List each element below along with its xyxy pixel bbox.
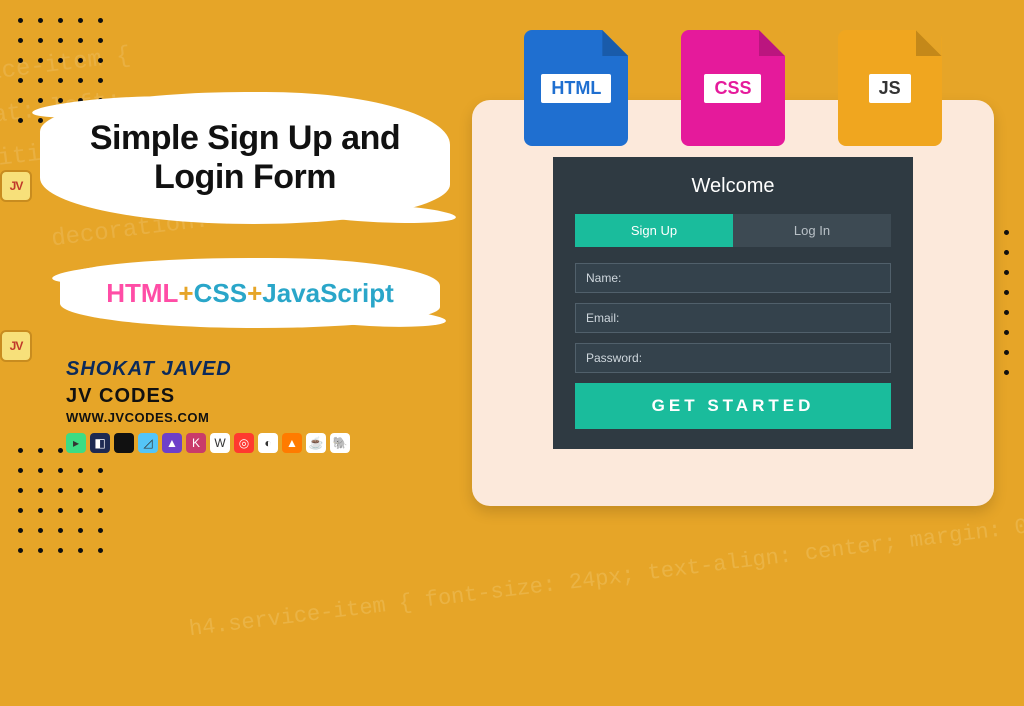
brand-name: JV CODES	[66, 385, 460, 408]
file-label: HTML	[541, 74, 611, 103]
email-field[interactable]: Email:	[575, 303, 891, 333]
tech-icon: ◧	[90, 433, 110, 453]
tab-login[interactable]: Log In	[733, 214, 891, 247]
tech-stack-line: HTML+CSS+JavaScript	[106, 278, 394, 309]
file-icon-row: HTML CSS JS	[498, 30, 968, 146]
tech-icon: K	[186, 433, 206, 453]
headline-line1: Simple Sign Up and	[90, 119, 400, 157]
jv-badge-icon: JV	[0, 170, 32, 202]
plus-icon: +	[247, 278, 262, 308]
tech-css: CSS	[194, 278, 247, 308]
author-name: SHOKAT JAVED	[66, 358, 460, 381]
tech-icon: ◎	[234, 433, 254, 453]
tech-icon: ◿	[138, 433, 158, 453]
tab-signup[interactable]: Sign Up	[575, 214, 733, 247]
css-file-icon: CSS	[681, 30, 785, 146]
tech-icon: W	[210, 433, 230, 453]
form-title: Welcome	[575, 175, 891, 198]
subheadline-brush: HTML+CSS+JavaScript	[60, 258, 440, 328]
file-label: JS	[869, 74, 911, 103]
credits-block: SHOKAT JAVED JV CODES WWW.JVCODES.COM ▸◧…	[66, 358, 460, 453]
tech-js: JavaScript	[262, 278, 394, 308]
tech-icon	[114, 433, 134, 453]
tech-icon: ▲	[162, 433, 182, 453]
tech-icon: ☕	[306, 433, 326, 453]
name-field[interactable]: Name:	[575, 263, 891, 293]
js-file-icon: JS	[838, 30, 942, 146]
decorative-dots	[18, 448, 108, 558]
html-file-icon: HTML	[524, 30, 628, 146]
preview-card: Welcome Sign Up Log In Name: Email: Pass…	[472, 100, 994, 506]
tech-icon-row: ▸◧◿▲KW◎◐▲☕🐘	[66, 433, 460, 453]
file-label: CSS	[704, 74, 761, 103]
tech-icon: 🐘	[330, 433, 350, 453]
bg-code-bottom: h4.service-item { font-size: 24px; text-…	[187, 506, 1024, 648]
tech-icon: ▲	[282, 433, 302, 453]
get-started-button[interactable]: GET STARTED	[575, 383, 891, 429]
site-url: WWW.JVCODES.COM	[66, 410, 460, 425]
tech-html: HTML	[106, 278, 178, 308]
jv-badge-icon: JV	[0, 330, 32, 362]
plus-icon: +	[178, 278, 193, 308]
headline-line2: Login Form	[154, 158, 336, 196]
form-panel: Welcome Sign Up Log In Name: Email: Pass…	[553, 157, 913, 449]
page-title: Simple Sign Up and Login Form	[90, 119, 400, 197]
form-tabs: Sign Up Log In	[575, 214, 891, 247]
headline-brush: Simple Sign Up and Login Form	[40, 92, 450, 224]
tech-icon: ▸	[66, 433, 86, 453]
tech-icon: ◐	[258, 433, 278, 453]
password-field[interactable]: Password:	[575, 343, 891, 373]
